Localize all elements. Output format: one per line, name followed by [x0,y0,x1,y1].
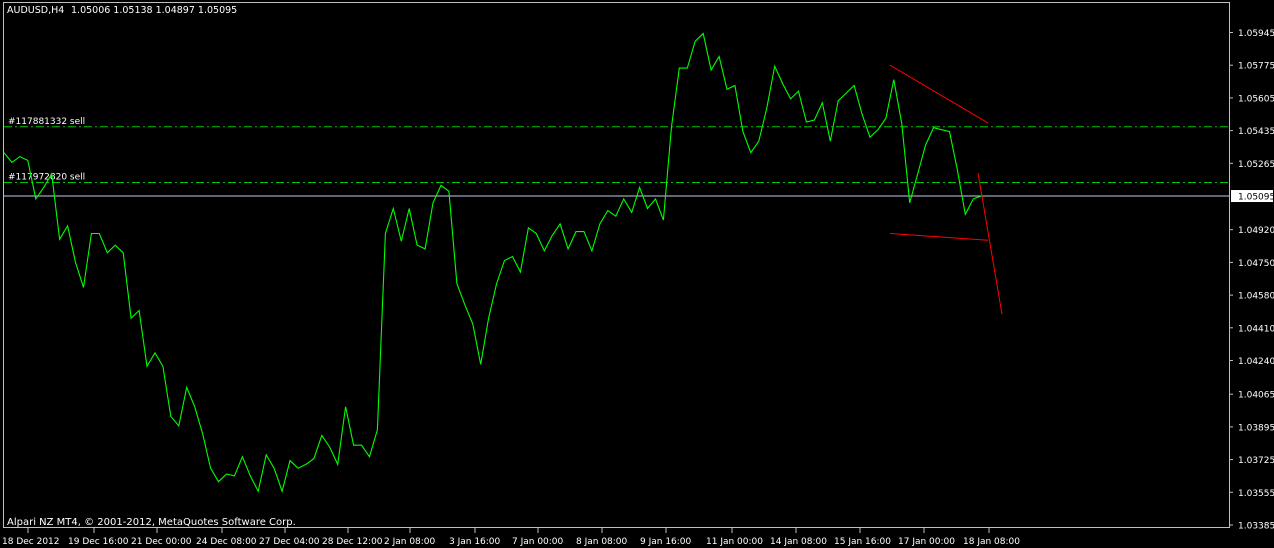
order-line-label: #117972820 sell [8,173,85,183]
symbol-label: AUDUSD,H4 [7,5,64,16]
price-tick-label: 1.05945 [1238,29,1274,39]
current-price-label: 1.05095 [1238,193,1274,203]
price-tick-label: 1.04240 [1238,357,1274,367]
time-tick-label: 2 Jan 08:00 [384,537,436,547]
time-tick-label: 11 Jan 00:00 [706,537,763,547]
time-tick-label: 3 Jan 16:00 [449,537,501,547]
time-tick-label: 24 Dec 08:00 [196,537,257,547]
price-tick-label: 1.03895 [1238,423,1274,433]
price-tick-label: 1.05265 [1238,160,1274,170]
price-tick-label: 1.04920 [1238,226,1274,236]
price-tick-label: 1.04410 [1238,324,1274,334]
price-tick-label: 1.05775 [1238,62,1274,72]
price-tick-label: 1.05605 [1238,94,1274,104]
time-tick-label: 28 Dec 12:00 [322,537,383,547]
time-tick-label: 14 Jan 08:00 [770,537,827,547]
time-tick-label: 8 Jan 08:00 [576,537,628,547]
price-tick-label: 1.04580 [1238,292,1274,302]
order-line-label: #117881332 sell [8,117,85,127]
time-tick-label: 19 Dec 16:00 [68,537,129,547]
time-tick-label: 27 Dec 04:00 [259,537,320,547]
price-tick-label: 1.03725 [1238,456,1274,466]
price-tick-label: 1.04065 [1238,391,1274,401]
copyright-text: Alpari NZ MT4, © 2001-2012, MetaQuotes S… [7,517,296,528]
time-tick-label: 21 Dec 00:00 [131,537,192,547]
time-tick-label: 15 Jan 16:00 [834,537,891,547]
time-tick-label: 18 Jan 08:00 [963,537,1020,547]
price-chart[interactable]: AUDUSD,H4 1.05006 1.05138 1.04897 1.0509… [0,0,1274,548]
time-tick-label: 17 Jan 00:00 [898,537,955,547]
price-tick-label: 1.05435 [1238,127,1274,137]
price-tick-label: 1.03385 [1238,522,1274,532]
time-tick-label: 9 Jan 16:00 [640,537,692,547]
time-tick-label: 18 Dec 2012 [2,537,60,547]
chart-background [0,0,1274,548]
price-tick-label: 1.03555 [1238,489,1274,499]
ohlc-values: 1.05006 1.05138 1.04897 1.05095 [71,5,237,16]
time-tick-label: 7 Jan 00:00 [512,537,564,547]
price-tick-label: 1.04750 [1238,259,1274,269]
